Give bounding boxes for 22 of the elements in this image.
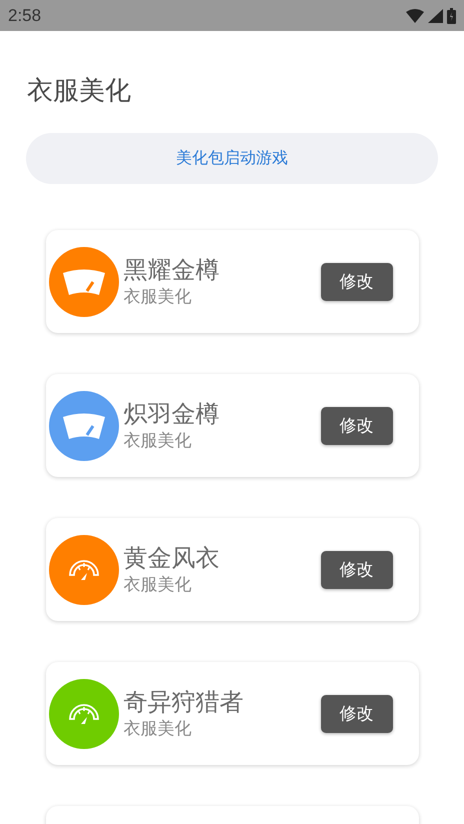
- clock-time: 2:58: [8, 4, 42, 27]
- battery-icon: [447, 8, 456, 24]
- item-subtitle: 衣服美化: [124, 718, 192, 740]
- edit-button[interactable]: 修改: [320, 694, 392, 732]
- item-subtitle: 衣服美化: [124, 430, 192, 452]
- item-subtitle: 衣服美化: [124, 574, 192, 596]
- item-name: 黑耀金樽: [124, 256, 220, 286]
- edit-button[interactable]: 修改: [320, 550, 392, 588]
- item-subtitle: 衣服美化: [124, 286, 192, 308]
- windshield-icon: [62, 268, 104, 294]
- edit-button[interactable]: 修改: [320, 406, 392, 444]
- launch-game-button[interactable]: 美化包启动游戏: [26, 133, 438, 184]
- windshield-icon: [62, 412, 104, 438]
- edit-button[interactable]: 修改: [320, 262, 392, 300]
- signal-icon: [428, 8, 443, 22]
- item-name: 炽羽金樽: [124, 400, 220, 430]
- gauge-icon: [68, 702, 100, 724]
- item-name: 黄金风衣: [124, 544, 220, 574]
- item-name: 奇异狩猎者: [124, 688, 244, 718]
- wifi-icon: [406, 8, 424, 22]
- page-title: 衣服美化: [27, 74, 132, 107]
- gauge-icon: [68, 558, 100, 580]
